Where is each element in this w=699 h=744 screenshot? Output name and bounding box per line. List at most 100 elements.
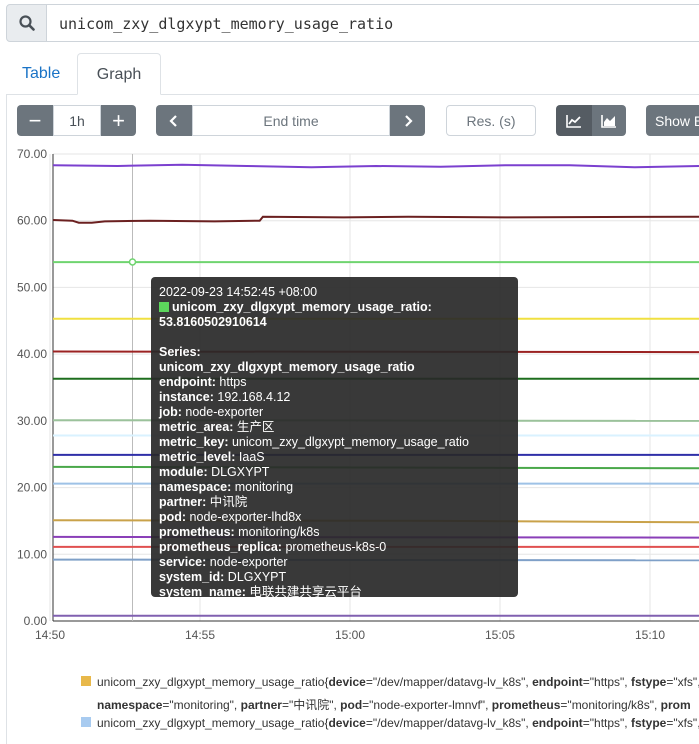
- label-key: job:: [159, 405, 182, 419]
- legend-label-key: namespace: [97, 698, 163, 712]
- minus-icon: −: [28, 107, 42, 133]
- label-value: IaaS: [235, 450, 265, 464]
- label-value: prometheus-k8s-0: [281, 540, 387, 554]
- legend-label-value: ="monitoring",: [162, 698, 241, 712]
- series-line-0: [52, 163, 699, 169]
- legend-label-key: prom: [660, 698, 691, 712]
- legend-item[interactable]: unicom_zxy_dlgxypt_memory_usage_ratio{de…: [97, 675, 699, 689]
- end-time-forward-button[interactable]: [390, 105, 425, 136]
- tooltip-label-row: pod: node-exporter-lhd8x: [159, 510, 510, 525]
- tooltip-label-row: endpoint: https: [159, 375, 510, 390]
- area-chart-icon: [601, 114, 616, 128]
- y-tick-label: 50.00: [17, 280, 47, 294]
- legend-label-key: partner: [240, 698, 282, 712]
- label-key: metric_area:: [159, 420, 234, 434]
- end-time-input[interactable]: End time: [192, 105, 390, 136]
- range-decrease-button[interactable]: −: [17, 105, 53, 136]
- tab-graph[interactable]: Graph: [77, 53, 161, 95]
- tooltip-label-row: partner: 中讯院: [159, 495, 510, 510]
- plus-icon: +: [112, 107, 125, 133]
- legend-label-value: ="xfs",: [666, 675, 699, 689]
- legend-label-value: ="/dev/mapper/datavg-lv_k8s",: [365, 716, 533, 730]
- label-value: node-exporter: [181, 405, 264, 419]
- legend-label-key: prometheus: [491, 698, 561, 712]
- legend-label-value: ="https",: [582, 716, 631, 730]
- label-key: namespace:: [159, 480, 232, 494]
- label-value: node-exporter-lhd8x: [186, 510, 302, 524]
- label-key: metric_level:: [159, 450, 236, 464]
- chevron-right-icon: [404, 114, 413, 127]
- chevron-left-icon: [169, 114, 177, 127]
- stacked-off-button[interactable]: [556, 105, 592, 136]
- label-key: prometheus:: [159, 525, 235, 539]
- x-tick-label: 14:55: [185, 628, 215, 642]
- label-value: 192.168.4.12: [213, 390, 291, 404]
- tooltip-value-row: unicom_zxy_dlgxypt_memory_usage_ratio: 5…: [159, 300, 510, 330]
- legend-label-key: pod: [340, 698, 363, 712]
- label-key: endpoint:: [159, 375, 216, 389]
- label-value: monitoring: [231, 480, 294, 494]
- x-tick-label: 15:05: [485, 628, 515, 642]
- y-tick-label: 60.00: [17, 214, 47, 228]
- series-line-1: [52, 215, 699, 224]
- end-time-back-button[interactable]: [156, 105, 192, 136]
- legend-label-key: endpoint: [532, 675, 583, 689]
- y-tick-label: 10.00: [17, 547, 47, 561]
- tooltip-timestamp: 2022-09-23 14:52:45 +08:00: [159, 285, 318, 299]
- label-key: partner:: [159, 495, 207, 509]
- legend-item-continuation: namespace="monitoring", partner="中讯院", p…: [97, 696, 691, 713]
- expression-input[interactable]: unicom_zxy_dlgxypt_memory_usage_ratio: [47, 4, 699, 42]
- tooltip-label-row: instance: 192.168.4.12: [159, 390, 510, 405]
- range-input[interactable]: 1h: [53, 105, 101, 136]
- y-tick-label: 30.00: [17, 414, 47, 428]
- tooltip-label-row: service: node-exporter: [159, 555, 510, 570]
- label-key: system_name:: [159, 585, 246, 599]
- legend-label-value: ="node-exporter-lmnvf",: [362, 698, 492, 712]
- tooltip-label-row: system_id: DLGXYPT: [159, 570, 510, 585]
- range-increase-button[interactable]: +: [101, 105, 136, 136]
- tab-table[interactable]: Table: [6, 53, 76, 94]
- x-tick-label: 14:50: [35, 628, 65, 642]
- label-key: prometheus_replica:: [159, 540, 282, 554]
- legend-label-value: ="https",: [582, 675, 631, 689]
- label-key: metric_key:: [159, 435, 229, 449]
- label-key: instance:: [159, 390, 214, 404]
- x-tick-label: 15:10: [635, 628, 665, 642]
- legend-label-key: device: [328, 716, 366, 730]
- tooltip-label-row: prometheus_replica: prometheus-k8s-0: [159, 540, 510, 555]
- tooltip-value: unicom_zxy_dlgxypt_memory_usage_ratio: 5…: [159, 300, 432, 329]
- legend-label-key: device: [328, 675, 366, 689]
- tooltip-label-row: system_name: 电联共建共享云平台: [159, 585, 510, 600]
- line-chart-icon: [566, 114, 581, 128]
- show-exemplars-button[interactable]: Show E: [646, 105, 699, 136]
- label-value: 生产区: [233, 420, 275, 434]
- tooltip-label-row: metric_area: 生产区: [159, 420, 510, 435]
- label-value: DLGXYPT: [207, 465, 270, 479]
- tooltip-label-row: namespace: monitoring: [159, 480, 510, 495]
- stacked-on-button[interactable]: [592, 105, 626, 136]
- query-bar: unicom_zxy_dlgxypt_memory_usage_ratio: [6, 4, 699, 42]
- label-value: monitoring/k8s: [234, 525, 320, 539]
- tab-bar: Table Graph: [6, 53, 699, 95]
- legend-label-value: ="中讯院",: [281, 698, 341, 712]
- tooltip-label-list: endpoint: https instance: 192.168.4.12 job…: [159, 375, 510, 600]
- legend-swatch[interactable]: [81, 717, 91, 727]
- label-value: node-exporter: [206, 555, 288, 569]
- legend-item[interactable]: unicom_zxy_dlgxypt_memory_usage_ratio{de…: [97, 716, 699, 730]
- search-icon: [18, 15, 35, 31]
- label-value: 电联共建共享云平台: [245, 585, 362, 599]
- resolution-input[interactable]: Res. (s): [446, 105, 536, 136]
- execute-search-button[interactable]: [6, 4, 47, 42]
- tooltip-label-row: module: DLGXYPT: [159, 465, 510, 480]
- y-tick-label: 40.00: [17, 347, 47, 361]
- tooltip-label-row: metric_level: IaaS: [159, 450, 510, 465]
- tooltip-label-row: prometheus: monitoring/k8s: [159, 525, 510, 540]
- legend-label-key: fstype: [630, 675, 667, 689]
- label-value: DLGXYPT: [224, 570, 287, 584]
- legend-label-key: fstype: [630, 716, 667, 730]
- series-color-swatch: [159, 302, 169, 312]
- legend-label-value: ="/dev/mapper/datavg-lv_k8s",: [365, 675, 533, 689]
- legend-swatch[interactable]: [81, 676, 91, 686]
- tooltip-series-heading: Series:: [159, 345, 201, 359]
- label-key: system_id:: [159, 570, 225, 584]
